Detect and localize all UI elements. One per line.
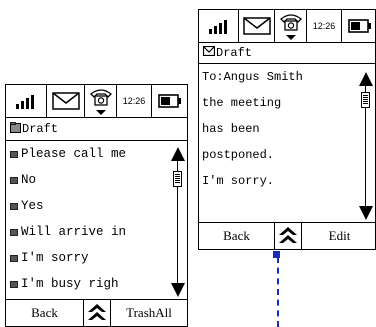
message-line: I'm sorry. bbox=[202, 174, 275, 188]
list-item[interactable]: I'm sorry bbox=[6, 248, 89, 268]
battery-icon bbox=[342, 10, 376, 42]
navigation-icon bbox=[279, 227, 297, 243]
list-item-label: No bbox=[21, 173, 37, 187]
list-item-label: Will arrive in bbox=[21, 225, 127, 239]
envelope-icon bbox=[202, 45, 216, 60]
chevron-down-icon bbox=[285, 35, 296, 40]
clock: 12:26 bbox=[307, 10, 342, 42]
edit-button[interactable]: Edit bbox=[302, 223, 376, 249]
message-icon bbox=[10, 280, 18, 288]
signal-icon bbox=[6, 85, 47, 117]
message-icon bbox=[10, 202, 18, 210]
envelope-icon[interactable] bbox=[47, 85, 85, 117]
draft-list-screen: 12:26 Draft Please call me No Yes Will a… bbox=[5, 84, 188, 327]
softkey-bar: Back Edit bbox=[199, 222, 375, 249]
list-item[interactable]: Yes bbox=[6, 196, 44, 216]
scroll-thumb[interactable] bbox=[173, 171, 182, 187]
list-item-label: Please call me bbox=[21, 147, 127, 161]
scroll-down-arrow-icon[interactable] bbox=[171, 283, 185, 297]
folder-icon bbox=[10, 121, 21, 137]
title-bar: Draft bbox=[6, 118, 187, 141]
list-item[interactable]: I'm busy righ bbox=[6, 274, 119, 294]
pointer-line bbox=[277, 257, 279, 327]
message-icon bbox=[10, 150, 18, 158]
navigation-key[interactable] bbox=[83, 300, 111, 326]
message-icon bbox=[10, 176, 18, 184]
navigation-icon bbox=[88, 304, 106, 320]
status-bar: 12:26 bbox=[199, 10, 375, 43]
title-bar: Draft bbox=[199, 42, 375, 64]
phone-ui-illustration: 12:26 Draft Please call me No Yes Will a… bbox=[0, 0, 376, 327]
message-line: has been bbox=[202, 122, 260, 136]
scrollbar[interactable] bbox=[170, 147, 186, 297]
status-bar: 12:26 bbox=[6, 85, 187, 118]
navigation-key[interactable] bbox=[274, 223, 302, 249]
message-icon bbox=[10, 254, 18, 262]
scroll-thumb[interactable] bbox=[361, 92, 370, 108]
message-line: postponed. bbox=[202, 148, 275, 162]
trash-all-button[interactable]: TrashAll bbox=[111, 300, 187, 326]
screen-title: Draft bbox=[216, 45, 253, 60]
message-line: To:Angus Smith bbox=[202, 70, 303, 84]
message-icon bbox=[10, 228, 18, 236]
scroll-down-arrow-icon[interactable] bbox=[359, 206, 373, 220]
signal-icon bbox=[199, 10, 239, 42]
list-item-label: I'm busy righ bbox=[21, 277, 119, 291]
scroll-up-arrow-icon[interactable] bbox=[359, 72, 373, 86]
list-item[interactable]: Please call me bbox=[6, 144, 126, 164]
screen-title: Draft bbox=[22, 122, 59, 136]
clock: 12:26 bbox=[117, 85, 152, 117]
list-item[interactable]: Will arrive in bbox=[6, 222, 126, 242]
scrollbar[interactable] bbox=[358, 72, 374, 220]
time-label: 12:26 bbox=[312, 21, 336, 31]
back-button[interactable]: Back bbox=[6, 300, 83, 326]
phone-menu-icon[interactable] bbox=[85, 85, 117, 117]
message-line: the meeting bbox=[202, 96, 282, 110]
chevron-down-icon bbox=[95, 110, 106, 115]
battery-icon bbox=[152, 85, 187, 117]
draft-message-screen: 12:26 Draft To:Angus Smith the meeting h… bbox=[198, 9, 376, 250]
list-item[interactable]: No bbox=[6, 170, 36, 190]
envelope-icon[interactable] bbox=[239, 10, 275, 42]
scroll-up-arrow-icon[interactable] bbox=[171, 147, 185, 161]
back-button[interactable]: Back bbox=[199, 223, 274, 249]
softkey-bar: Back TrashAll bbox=[6, 299, 187, 326]
time-label: 12:26 bbox=[122, 96, 146, 106]
list-item-label: I'm sorry bbox=[21, 251, 89, 265]
list-item-label: Yes bbox=[21, 199, 44, 213]
phone-menu-icon[interactable] bbox=[275, 10, 307, 42]
